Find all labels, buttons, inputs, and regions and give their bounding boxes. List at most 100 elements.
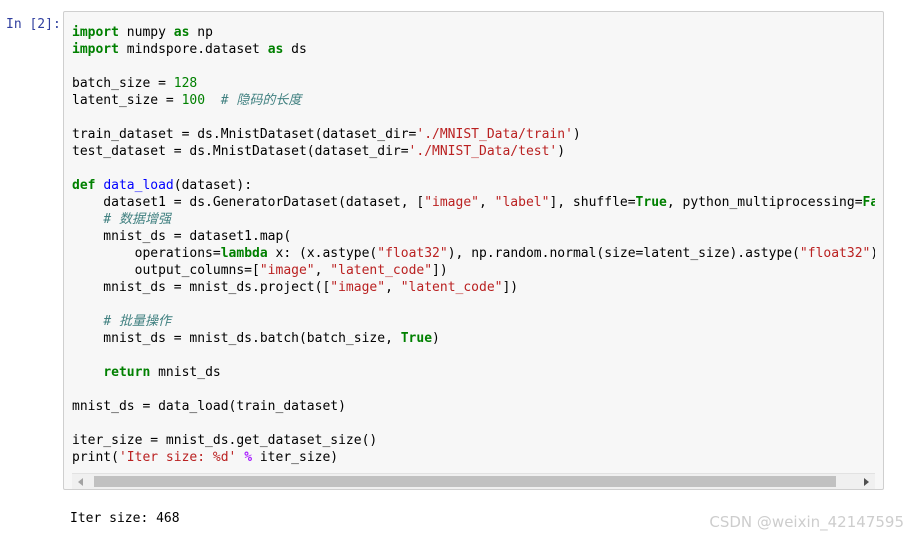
code-line: def data_load(dataset):: [72, 177, 875, 194]
code-token: 100: [181, 93, 206, 108]
code-token: ,: [385, 280, 401, 295]
code-line: batch_size = 128: [72, 75, 875, 92]
code-line: iter_size = mnist_ds.get_dataset_size(): [72, 432, 875, 449]
code-token: operations=: [72, 246, 221, 261]
code-token: ): [572, 127, 581, 142]
code-line: import numpy as np: [72, 24, 875, 41]
code-token: "image": [424, 195, 479, 210]
code-line: dataset1 = ds.GeneratorDataset(dataset, …: [72, 194, 875, 211]
code-cell[interactable]: import numpy as np import mindspore.datas…: [63, 11, 884, 490]
code-line: train_dataset = ds.MnistDataset(dataset_…: [72, 126, 875, 143]
code-token: %: [244, 450, 253, 465]
code-line: mnist_ds = mnist_ds.project(["image", "l…: [72, 279, 875, 296]
code-token: print(: [72, 450, 119, 465]
code-token: ): [432, 331, 440, 346]
code-token: "image": [330, 280, 386, 295]
code-line: mnist_ds = mnist_ds.batch(batch_size, Tr…: [72, 330, 875, 347]
code-token: mnist_ds = mnist_ds.project([: [72, 280, 331, 295]
code-line: output_columns=["image", "latent_code"]): [72, 262, 875, 279]
code-line: mnist_ds = data_load(train_dataset): [72, 398, 875, 415]
watermark: CSDN @weixin_42147595: [709, 513, 904, 531]
code-line: test_dataset = ds.MnistDataset(dataset_d…: [72, 143, 875, 160]
code-token: import: [72, 42, 119, 57]
code-token: ,: [314, 263, 331, 278]
code-token: return: [103, 365, 151, 380]
code-token: mnist_ds = data_load(train_dataset): [72, 399, 346, 414]
code-token: x: (x.astype(: [267, 246, 378, 261]
code-token: mindspore.dataset: [118, 42, 268, 57]
code-token: as: [173, 25, 190, 40]
code-token: ]): [502, 280, 519, 295]
code-token: "float32": [799, 246, 871, 261]
code-token: mnist_ds: [150, 365, 221, 380]
code-token: ds: [283, 42, 307, 57]
code-line: operations=lambda x: (x.astype("float32"…: [72, 245, 875, 262]
code-token: "label": [494, 195, 550, 210]
code-token: latent_size =: [72, 93, 182, 108]
code-token: numpy: [118, 25, 174, 40]
code-token: batch_size =: [72, 76, 174, 91]
code-token: True: [400, 331, 433, 346]
code-editor[interactable]: import numpy as np import mindspore.datas…: [72, 24, 875, 466]
code-token: )),: [870, 246, 875, 261]
code-token: './MNIST_Data/train': [416, 127, 573, 142]
code-token: iter_size): [252, 450, 339, 465]
code-token: ), np.random.normal(size=latent_size).as…: [447, 246, 800, 261]
scrollbar-thumb[interactable]: [94, 476, 836, 487]
code-line: latent_size = 100 # 隐码的长度: [72, 92, 875, 109]
code-token: 128: [173, 76, 198, 91]
cell-prompt: In [2]:: [6, 17, 61, 32]
code-line: # 数据增强: [72, 211, 875, 228]
code-token: test_dataset = ds.MnistDataset(dataset_d…: [72, 144, 409, 159]
code-token: 'Iter size: %d': [118, 450, 237, 465]
code-token: iter_size = mnist_ds.get_dataset_size(): [72, 433, 378, 448]
code-token: dataset1 = ds.GeneratorDataset(dataset, …: [72, 195, 425, 210]
code-token: data_load: [103, 178, 174, 193]
code-token: # 批量操作: [103, 314, 171, 329]
triangle-right-icon: [864, 477, 869, 486]
scroll-left-button[interactable]: [72, 474, 89, 489]
code-token: ,: [479, 195, 495, 210]
code-token: train_dataset = ds.MnistDataset(dataset_…: [72, 127, 417, 142]
code-token: , python_multiprocessing=: [666, 195, 863, 210]
code-token: # 数据增强: [103, 212, 171, 227]
code-token: import: [72, 25, 119, 40]
triangle-left-icon: [78, 477, 83, 486]
code-token: mnist_ds = dataset1.map(: [72, 229, 292, 244]
code-token: # 隐码的长度: [220, 93, 302, 108]
code-token: np: [189, 25, 213, 40]
code-token: True: [635, 195, 667, 210]
code-line: # 批量操作: [72, 313, 875, 330]
code-line: mnist_ds = dataset1.map(: [72, 228, 875, 245]
code-line: print('Iter size: %d' % iter_size): [72, 449, 875, 466]
scroll-right-button[interactable]: [858, 474, 875, 489]
code-token: ]): [432, 263, 448, 278]
code-token: ], shuffle=: [549, 195, 636, 210]
horizontal-scrollbar[interactable]: [72, 473, 875, 489]
code-token: output_columns=[: [72, 263, 260, 278]
code-token: "latent_code": [330, 263, 433, 278]
code-token: "image": [259, 263, 315, 278]
code-line: import mindspore.dataset as ds: [72, 41, 875, 58]
code-token: "latent_code": [400, 280, 503, 295]
cell-output: Iter size: 468: [70, 511, 180, 526]
code-token: './MNIST_Data/test': [408, 144, 558, 159]
code-token: (dataset):: [173, 178, 253, 193]
code-token: lambda: [220, 246, 268, 261]
code-token: False: [862, 195, 875, 210]
code-line: return mnist_ds: [72, 364, 875, 381]
code-token: ): [557, 144, 566, 159]
code-token: "float32": [377, 246, 448, 261]
code-token: def: [72, 178, 96, 193]
